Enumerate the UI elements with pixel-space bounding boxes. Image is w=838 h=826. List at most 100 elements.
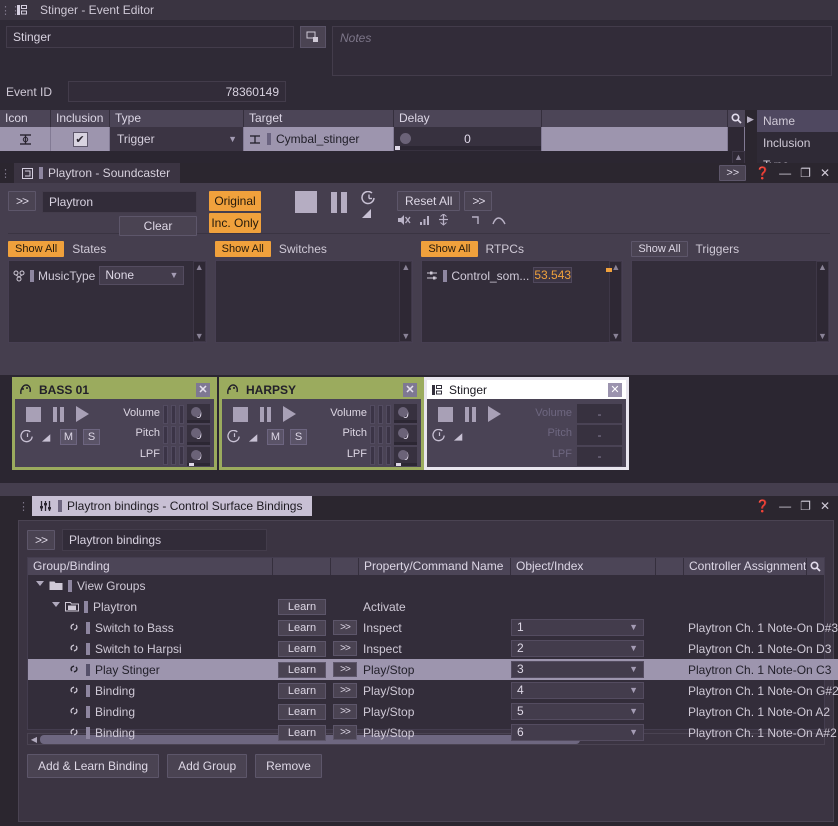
bindings-name-input[interactable] [62,529,268,551]
rtpc-value-slider[interactable]: 53.543 [533,267,613,283]
close-icon[interactable]: ✕ [820,167,830,179]
volume-slider[interactable]: 0 [187,404,236,424]
scroll-down-icon[interactable]: ▼ [818,331,827,341]
triggers-scrollbar[interactable]: ▲ ▼ [816,261,829,342]
inclusion-checkbox[interactable]: ✔ [72,131,88,147]
chevron-right-icon[interactable]: ▶ [747,114,754,125]
mute-icon[interactable] [397,214,412,226]
column-learn[interactable] [273,558,331,575]
ramp-icon[interactable] [41,432,54,443]
offset-icon[interactable] [438,214,449,226]
row-inclusion-cell[interactable]: ✔ [51,127,110,151]
lpf-slider[interactable]: 0 [394,446,417,466]
pitch-slider[interactable]: 0 [187,425,236,445]
widget-play-button[interactable] [76,406,89,422]
inspect-button[interactable]: >> [333,683,357,698]
ramp-icon[interactable] [453,431,466,442]
inspect-button[interactable]: >> [333,704,357,719]
help-icon[interactable]: ❓ [755,500,770,512]
rtpcs-scrollbar[interactable]: ▲ ▼ [609,261,623,342]
column-spacer[interactable] [656,558,684,575]
clock-icon[interactable] [20,430,35,444]
scroll-down-icon[interactable]: ▼ [195,331,204,341]
rtpc-item[interactable]: Control_som... 53.543 [426,265,613,286]
widget-mute-button[interactable]: M [267,429,284,445]
column-inclusion[interactable]: Inclusion [51,110,110,127]
property-item-inclusion[interactable]: Inclusion [757,132,838,154]
soundcaster-session-input[interactable] [42,191,197,213]
column-icon[interactable]: Icon [0,110,51,127]
triggers-show-all-button[interactable]: Show All [631,240,688,257]
add-and-learn-binding-button[interactable]: Add & Learn Binding [27,754,160,778]
inspect-button[interactable]: >> [333,620,357,635]
widget-mute-button[interactable]: M [60,429,77,445]
learn-button[interactable]: Learn [278,724,326,741]
close-icon[interactable]: ✕ [608,382,622,397]
learn-button[interactable]: Learn [278,640,326,657]
delay-knob-icon[interactable] [400,133,411,144]
column-group-binding[interactable]: Group/Binding [28,558,273,575]
object-index-dropdown[interactable]: 3 ▼ [511,661,644,678]
object-index-dropdown[interactable]: 2 ▼ [511,640,644,657]
column-delay[interactable]: Delay [394,110,542,127]
table-row[interactable]: Playtron Learn Activate [28,596,838,617]
column-extra[interactable] [542,110,728,127]
state-item[interactable]: MusicType None ▼ [13,265,189,286]
widget-pause-button[interactable] [465,406,476,422]
bindings-search-button[interactable] [807,558,824,575]
object-index-dropdown[interactable]: 5 ▼ [511,703,644,720]
inc-only-toggle[interactable]: Inc. Only [209,213,261,233]
reset-all-button[interactable]: Reset All [397,191,461,211]
widget-pause-button[interactable] [260,406,271,422]
inspect-button[interactable]: >> [333,725,357,740]
scroll-up-icon[interactable]: ▲ [401,262,410,272]
expander-icon[interactable] [52,602,60,611]
inspect-button[interactable]: >> [333,662,357,677]
scroll-up-icon[interactable]: ▲ [611,262,620,272]
table-row[interactable]: Binding Learn >> Play/Stop 6 ▼ Playtron … [28,722,838,743]
lpf-slider[interactable]: 0 [187,446,210,466]
help-icon[interactable]: ❓ [755,167,770,179]
expander-icon[interactable] [36,581,44,590]
pause-all-button[interactable] [331,192,347,213]
column-controller-assignment[interactable]: Controller Assignment [684,558,807,575]
learn-button[interactable]: Learn [278,619,326,636]
close-icon[interactable]: ✕ [196,382,210,397]
table-row[interactable]: View Groups [28,575,838,596]
table-row[interactable]: Binding Learn >> Play/Stop 4 ▼ Playtron … [28,680,838,701]
clock-icon[interactable] [432,429,447,443]
event-notes-field[interactable]: Notes [332,26,832,76]
grid-scroll-top[interactable] [728,127,745,151]
scroll-up-icon[interactable]: ▲ [818,262,827,272]
reset-options-button[interactable]: >> [464,191,493,211]
column-target[interactable]: Target [244,110,394,127]
property-item-name[interactable]: Name [757,110,838,132]
volume-slider[interactable]: 0 [394,404,443,424]
clock-icon[interactable] [361,191,377,206]
minimize-icon[interactable]: — [779,167,791,179]
rtpcs-show-all-button[interactable]: Show All [421,240,478,257]
object-index-dropdown[interactable]: 4 ▼ [511,682,644,699]
panel-grip-icon[interactable]: ⋮⋮ [0,167,21,180]
event-name-browse-button[interactable] [300,26,326,48]
learn-button[interactable]: Learn [278,598,326,615]
row-type-dropdown[interactable]: Trigger ▼ [110,127,244,151]
table-row[interactable]: Play Stinger Learn >> Play/Stop 3 ▼ Play… [28,659,838,680]
widget-stop-button[interactable] [438,406,453,422]
close-icon[interactable]: ✕ [403,382,417,397]
panel-grip-icon[interactable]: ⋮⋮ [0,4,21,17]
grid-search-button[interactable] [728,110,745,127]
object-index-dropdown[interactable]: 1 ▼ [511,619,644,636]
event-action-row[interactable]: ✔ Trigger ▼ Cymbal_stinger 0 [0,127,745,151]
widget-solo-button[interactable]: S [83,429,100,445]
bindings-browse-button[interactable]: >> [27,530,56,550]
table-row[interactable]: Switch to Bass Learn >> Inspect 1 ▼ Play… [28,617,838,638]
scroll-up-icon[interactable]: ▲ [734,152,743,162]
learn-button[interactable]: Learn [278,682,326,699]
tab-playtron-bindings[interactable]: Playtron bindings - Control Surface Bind… [32,496,313,516]
maximize-icon[interactable]: ❐ [800,167,811,179]
widget-stop-button[interactable] [233,406,248,422]
transport-widget-bass01[interactable]: BASS 01 ✕ M S Volume Pitch LPF [12,377,236,470]
table-row[interactable]: Switch to Harpsi Learn >> Inspect 2 ▼ Pl… [28,638,838,659]
tab-soundcaster[interactable]: Playtron - Soundcaster [14,163,181,183]
